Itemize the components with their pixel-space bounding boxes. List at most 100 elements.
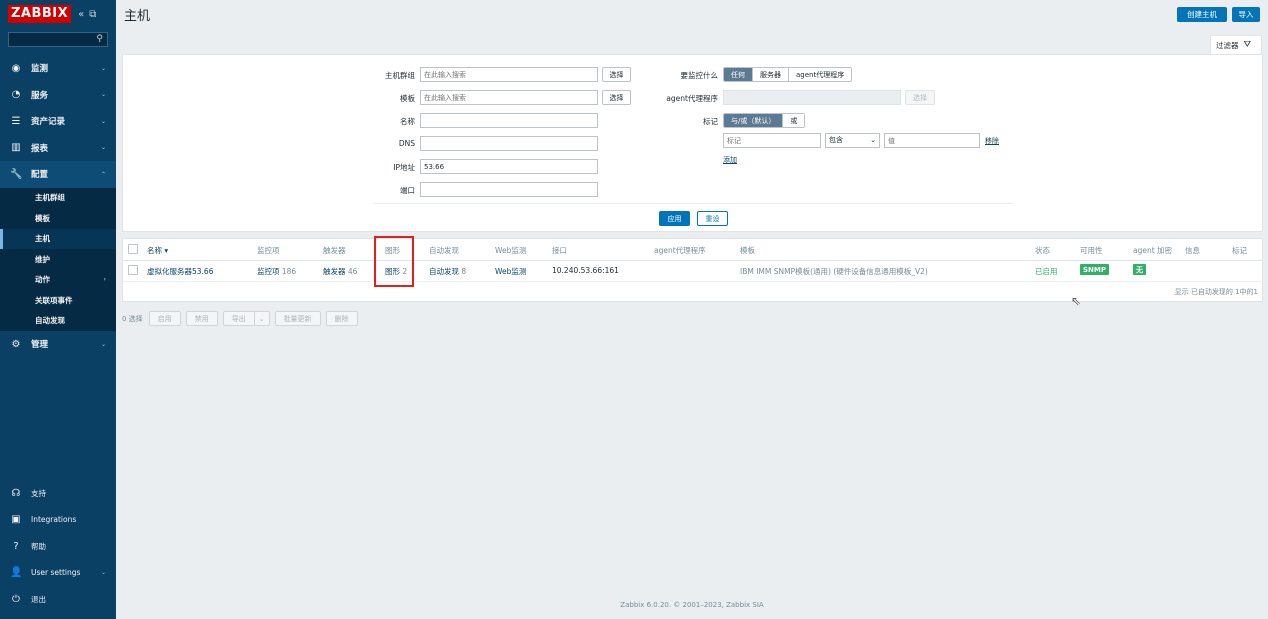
- monitored-by-label: 要监控什么: [680, 71, 719, 80]
- sidebar-search-input[interactable]: ⚲: [8, 32, 108, 47]
- headset-icon: ☊: [11, 487, 21, 499]
- col-name[interactable]: 名称 ▾: [147, 245, 168, 256]
- proxy-label: agent代理程序: [666, 94, 718, 103]
- monitored-by-server[interactable]: 服务器: [753, 68, 789, 81]
- templates-select-button[interactable]: 选择: [602, 90, 631, 105]
- col-availability: 可用性: [1080, 246, 1103, 255]
- triggers-link[interactable]: 触发器 46: [323, 266, 357, 277]
- sub-templates[interactable]: 模板: [0, 208, 116, 229]
- sidebar-bottom-nav: ☊ 支持 ▣ Integrations ? 帮助 👤 User settings…: [0, 480, 116, 613]
- ip-label: IP地址: [393, 163, 415, 172]
- sub-host-groups[interactable]: 主机群组: [0, 188, 116, 209]
- items-link[interactable]: 监控项 186: [257, 266, 296, 277]
- sub-hosts[interactable]: 主机: [0, 228, 116, 249]
- filter-divider: [373, 203, 1013, 204]
- port-input[interactable]: [420, 182, 598, 197]
- monitored-by-proxy[interactable]: agent代理程序: [789, 68, 852, 81]
- name-input[interactable]: [420, 113, 598, 128]
- templates-value: IBM IMM SNMP模板(通用) (硬件设备信息通用模板_V2): [740, 267, 928, 276]
- search-icon[interactable]: ⚲: [96, 34, 103, 44]
- host-groups-input[interactable]: [420, 67, 598, 82]
- col-tags: 标记: [1232, 246, 1247, 255]
- sub-discovery[interactable]: 自动发现: [0, 311, 116, 332]
- row-checkbox[interactable]: [128, 265, 138, 275]
- status-link[interactable]: 已启用: [1035, 266, 1058, 277]
- tag-name-input[interactable]: [723, 133, 821, 148]
- nav-monitoring[interactable]: ◉ 监测 ⌄: [0, 55, 116, 82]
- nav-help[interactable]: ? 帮助: [0, 533, 116, 560]
- enable-button[interactable]: 启用: [148, 311, 181, 326]
- nav-sign-out[interactable]: ⏻ 退出: [0, 586, 116, 613]
- monitored-by-any[interactable]: 任何: [724, 68, 753, 81]
- nav-configuration[interactable]: 🔧 配置 ⌃: [0, 161, 116, 188]
- select-all-checkbox[interactable]: [128, 244, 138, 254]
- disable-button[interactable]: 禁用: [185, 311, 218, 326]
- integrations-icon: ▣: [11, 514, 21, 526]
- dns-label: DNS: [398, 139, 415, 148]
- filter-funnel-icon: ⛛: [1243, 40, 1252, 50]
- row-divider: [123, 281, 1262, 282]
- proxy-input[interactable]: [723, 90, 901, 105]
- filter-reset-button[interactable]: 重设: [697, 211, 728, 226]
- col-status: 状态: [1035, 246, 1050, 255]
- mass-update-button[interactable]: 批量更新: [274, 311, 321, 326]
- templates-label: 模板: [400, 94, 415, 103]
- port-label: 端口: [400, 186, 415, 195]
- host-name-link[interactable]: 虚拟化服务器53.66: [147, 266, 213, 277]
- configuration-submenu: 主机群组 模板 主机 维护 动作 › 关联项事件 自动发现: [0, 187, 116, 332]
- nav-inventory[interactable]: ☰ 资产记录 ⌄: [0, 108, 116, 135]
- footer: Zabbix 6.0.20. © 2001–2023, Zabbix SIA: [620, 601, 764, 609]
- nav-user-settings[interactable]: 👤 User settings ⌄: [0, 560, 116, 587]
- tag-operator-select[interactable]: 包含 ⌄: [825, 133, 880, 148]
- col-templates: 模板: [740, 246, 755, 255]
- wrench-icon: 🔧: [10, 168, 23, 180]
- tag-remove-link[interactable]: 移除: [985, 136, 999, 146]
- create-host-button[interactable]: 创建主机: [1177, 7, 1227, 22]
- col-triggers: 触发器: [323, 246, 346, 255]
- nav-integrations[interactable]: ▣ Integrations: [0, 507, 116, 534]
- sub-maintenance[interactable]: 维护: [0, 249, 116, 270]
- sub-event-correlation[interactable]: 关联项事件: [0, 290, 116, 311]
- admin-gear-icon: ⚙: [11, 338, 21, 350]
- web-link[interactable]: Web监测: [495, 266, 526, 277]
- nav-services[interactable]: ◔ 服务 ⌄: [0, 82, 116, 109]
- nav-administration[interactable]: ⚙ 管理 ⌄: [0, 331, 116, 358]
- export-format-chevron-icon[interactable]: ⌄: [253, 311, 270, 326]
- templates-input[interactable]: [420, 90, 598, 105]
- header-divider: [123, 260, 1262, 261]
- import-button[interactable]: 导入: [1232, 7, 1260, 22]
- user-icon: 👤: [10, 567, 23, 579]
- filter-apply-button[interactable]: 应用: [659, 211, 690, 226]
- filter-panel: 主机群组 选择 模板 选择 名称 DNS IP地址 端口 要监控什么 任何 服务…: [122, 54, 1263, 232]
- name-label: 名称: [400, 117, 415, 126]
- nav-support[interactable]: ☊ 支持: [0, 480, 116, 507]
- zabbix-logo[interactable]: ZABBIX: [8, 5, 72, 23]
- filter-tab[interactable]: 过滤器 ⛛: [1210, 35, 1262, 54]
- chevron-down-icon: ⌄: [100, 64, 106, 72]
- nav-reports[interactable]: ▥ 报表 ⌄: [0, 135, 116, 162]
- discovery-link[interactable]: 自动发现 8: [429, 266, 466, 277]
- help-icon: ?: [13, 540, 19, 552]
- kiosk-mode-icon[interactable]: ⧉: [89, 9, 96, 20]
- sub-actions[interactable]: 动作 ›: [0, 270, 116, 291]
- chevron-right-icon: ›: [103, 276, 106, 284]
- proxy-select-button[interactable]: 选择: [905, 90, 935, 105]
- chevron-down-icon: ⌄: [100, 144, 106, 152]
- collapse-sidebar-icon[interactable]: «: [78, 9, 84, 20]
- delete-button[interactable]: 删除: [325, 311, 358, 326]
- host-groups-select-button[interactable]: 选择: [602, 67, 631, 82]
- eye-icon: ◉: [11, 62, 21, 74]
- col-info: 信息: [1185, 246, 1200, 255]
- chevron-down-icon: ⌄: [100, 340, 106, 348]
- ip-input[interactable]: [420, 159, 598, 174]
- tags-mode-and-or[interactable]: 与/或（默认）: [724, 114, 784, 127]
- hosts-table: 名称 ▾ 监控项 触发器 图形 自动发现 Web监测 接口 agent代理程序 …: [122, 238, 1263, 302]
- export-button[interactable]: 导出: [222, 311, 254, 326]
- col-items: 监控项: [257, 246, 280, 255]
- dns-input[interactable]: [420, 136, 598, 151]
- table-summary: 显示 已自动发现的 1中的1: [1174, 288, 1258, 296]
- tags-mode-or[interactable]: 或: [783, 114, 805, 127]
- tag-value-input[interactable]: [884, 133, 980, 148]
- tag-add-link[interactable]: 添加: [723, 155, 737, 165]
- chevron-up-icon: ⌃: [100, 170, 106, 178]
